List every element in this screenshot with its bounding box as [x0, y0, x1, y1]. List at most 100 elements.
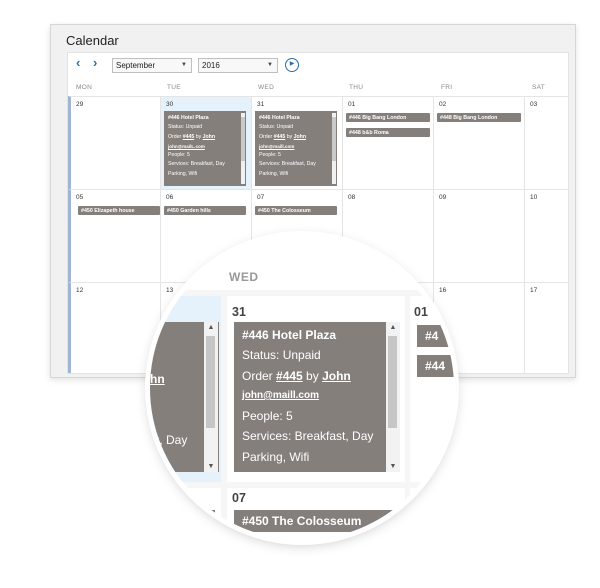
day-cell[interactable]: 30 #446 Hotel Plaza Status: Unpaid Order… [160, 96, 251, 189]
day-number: 08 [348, 194, 356, 201]
event-status: Status: Unpaid [259, 124, 294, 131]
order-link[interactable]: #445 [276, 369, 303, 383]
month-select-value: September [116, 61, 156, 70]
event-order: Order #445 by John [259, 133, 329, 142]
email-link[interactable]: john@maill.com [242, 386, 378, 406]
event-order: Order #445 by John [242, 366, 378, 386]
scroll-up-icon[interactable]: ▲ [204, 324, 218, 331]
order-prefix: Order [168, 133, 183, 140]
magnified-day-number: 01 [414, 305, 428, 319]
event-people: People: 5 [168, 152, 190, 159]
day-number: 29 [76, 101, 84, 108]
day-names-row: MON TUE WED THU FRI SAT [68, 84, 568, 96]
month-select[interactable]: September ▼ [112, 58, 192, 73]
order-by: by [285, 133, 294, 140]
day-cell[interactable]: 17 [524, 282, 568, 373]
day-cell[interactable]: 03 [524, 96, 568, 189]
event-services: Services: Breakfast, Day Parking, Wifi [168, 161, 225, 177]
calendar-week-1: 29 30 #446 Hotel Plaza Status: Unpaid Or… [68, 96, 568, 189]
day-cell[interactable]: 05 #450 Elizapeth house [68, 189, 160, 282]
scrollbar-thumb[interactable] [388, 336, 397, 428]
day-cell[interactable]: 02 #448 Big Bang London [433, 96, 524, 189]
event-services-fragment: st, Day [150, 433, 188, 447]
scroll-up-icon[interactable]: ▲ [386, 324, 400, 331]
event-services: Services: Breakfast, Day [242, 429, 374, 444]
booking-event[interactable]: #450 Garden hills [164, 206, 246, 215]
order-prefix: Order [259, 133, 274, 140]
day-number: 12 [76, 287, 84, 294]
scrollbar-thumb[interactable] [241, 117, 245, 161]
event-scrollbar[interactable] [332, 113, 336, 184]
magnifier-content: WED 31 01 07 hn st, Day ▲ ▼ #446 Hotel P… [150, 236, 454, 540]
magnified-thu-cell-2 [410, 488, 454, 540]
magnified-day-name: WED [229, 270, 259, 284]
zoom-magnifier: WED 31 01 07 hn st, Day ▲ ▼ #446 Hotel P… [150, 236, 454, 540]
email-link[interactable]: john@mailL.com [168, 142, 238, 151]
booking-event[interactable]: #448 Big Bang London [437, 113, 521, 122]
booking-event[interactable]: #446 Big Bang London [346, 113, 430, 122]
day-cell[interactable]: 10 [524, 189, 568, 282]
chevron-left-icon[interactable]: ‹ [76, 55, 80, 70]
customer-link[interactable]: hn [150, 369, 165, 389]
day-number: 07 [257, 194, 265, 201]
window-title: Calendar [66, 33, 119, 48]
day-name-sat: SAT [532, 84, 546, 91]
magnified-tue-event-2[interactable] [150, 510, 215, 532]
order-by: by [194, 133, 203, 140]
event-title: #446 Hotel Plaza [259, 115, 300, 121]
customer-link[interactable]: John [203, 134, 215, 140]
order-by: by [302, 368, 323, 383]
day-name-fri: FRI [441, 84, 453, 91]
year-select[interactable]: 2016 ▼ [198, 58, 278, 73]
booking-event-hotel-plaza[interactable]: #446 Hotel Plaza Status: Unpaid Order #4… [164, 111, 246, 186]
customer-link[interactable]: John [322, 369, 351, 383]
scrollbar-thumb[interactable] [332, 117, 336, 161]
day-number: 09 [439, 194, 447, 201]
chevron-right-icon[interactable]: › [93, 55, 97, 70]
magnified-thu-event[interactable]: #44 [417, 355, 454, 377]
event-title: #446 Hotel Plaza [168, 115, 209, 121]
event-scrollbar[interactable] [241, 113, 245, 184]
event-title: #446 Hotel Plaza [242, 328, 337, 342]
event-services-cont: Parking, Wifi [242, 449, 310, 464]
magnified-booking-event[interactable]: #446 Hotel Plaza Status: Unpaid Order #4… [234, 322, 386, 472]
scroll-down-icon[interactable]: ▼ [204, 463, 218, 470]
caret-down-icon: ▼ [267, 62, 273, 68]
scrollbar-thumb[interactable] [206, 336, 215, 428]
day-number: 30 [166, 101, 174, 108]
email-link[interactable]: john@maill.com [259, 142, 329, 151]
event-services: Services: Breakfast, Day Parking, Wifi [259, 161, 316, 177]
event-status: Status: Unpaid [242, 348, 321, 363]
day-number: 17 [530, 287, 538, 294]
booking-event[interactable]: #450 The Colosseum [255, 206, 337, 215]
day-name-wed: WED [258, 84, 275, 91]
day-cell[interactable]: 29 [68, 96, 160, 189]
event-scrollbar[interactable]: ▲ ▼ [204, 322, 218, 472]
day-name-mon: MON [76, 84, 93, 91]
calendar-toolbar: ‹ › September ▼ 2016 ▼ ▶ [68, 53, 568, 77]
day-name-tue: TUE [167, 84, 181, 91]
booking-event[interactable]: #448 b&b Roma [346, 128, 430, 137]
booking-event[interactable]: #450 Elizapeth house [78, 206, 160, 215]
day-number: 05 [76, 194, 84, 201]
go-button[interactable]: ▶ [285, 58, 299, 72]
order-link[interactable]: #445 [183, 134, 195, 140]
day-number: 10 [530, 194, 538, 201]
booking-event-hotel-plaza[interactable]: #446 Hotel Plaza Status: Unpaid Order #4… [255, 111, 337, 186]
day-cell[interactable]: 31 #446 Hotel Plaza Status: Unpaid Order… [251, 96, 342, 189]
order-link[interactable]: #445 [274, 134, 286, 140]
magnified-thu-event[interactable]: #4 [417, 325, 454, 347]
day-cell[interactable]: 01 #446 Big Bang London #448 b&b Roma [342, 96, 433, 189]
day-number: 31 [257, 101, 265, 108]
day-cell[interactable]: 12 [68, 282, 160, 373]
caret-down-icon: ▼ [181, 62, 187, 68]
magnified-booking-event[interactable]: #450 The Colosseum [234, 510, 399, 532]
event-people: People: 5 [242, 409, 293, 424]
magnified-day-number: 07 [232, 491, 246, 505]
year-select-value: 2016 [202, 61, 220, 70]
event-scrollbar[interactable]: ▲ ▼ [386, 322, 400, 472]
day-number: 02 [439, 101, 447, 108]
customer-link[interactable]: John [294, 134, 306, 140]
event-order: Order #445 by John [168, 133, 238, 142]
scroll-down-icon[interactable]: ▼ [386, 463, 400, 470]
